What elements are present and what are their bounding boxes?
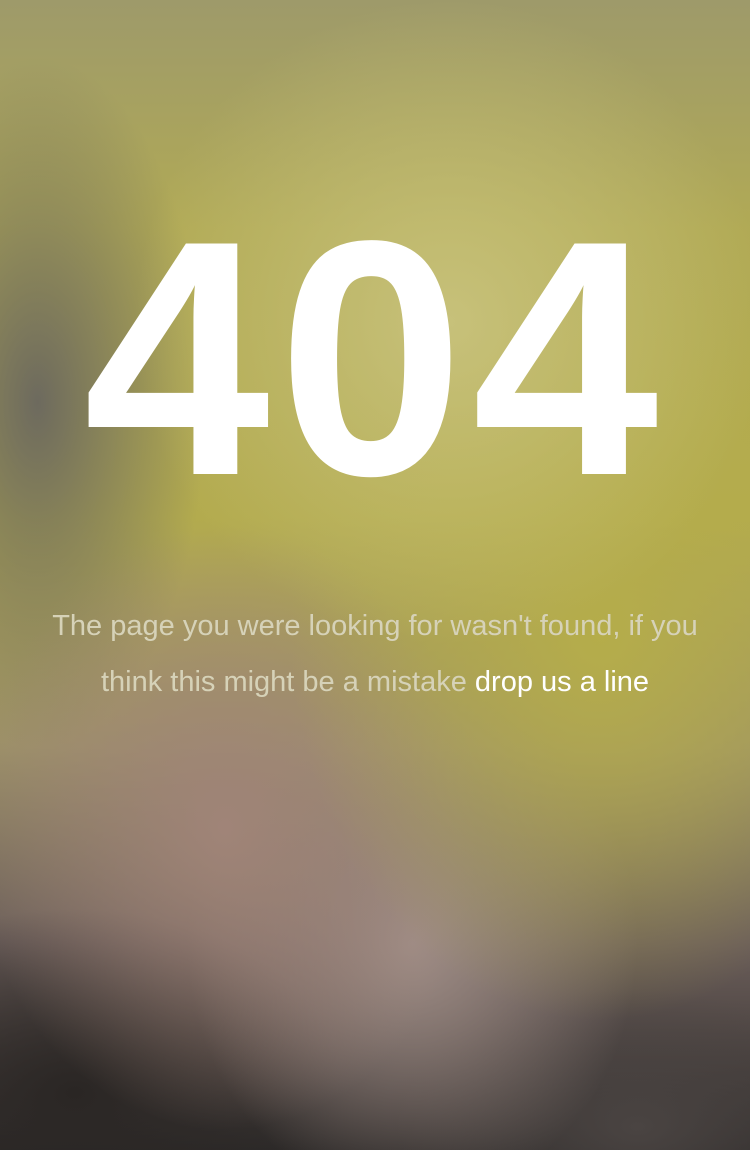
error-message: The page you were looking for wasn't fou… <box>30 598 720 710</box>
error-code: 404 <box>83 171 667 545</box>
error-page: 404 The page you were looking for wasn't… <box>0 0 750 1150</box>
contact-link[interactable]: drop us a line <box>475 666 649 698</box>
